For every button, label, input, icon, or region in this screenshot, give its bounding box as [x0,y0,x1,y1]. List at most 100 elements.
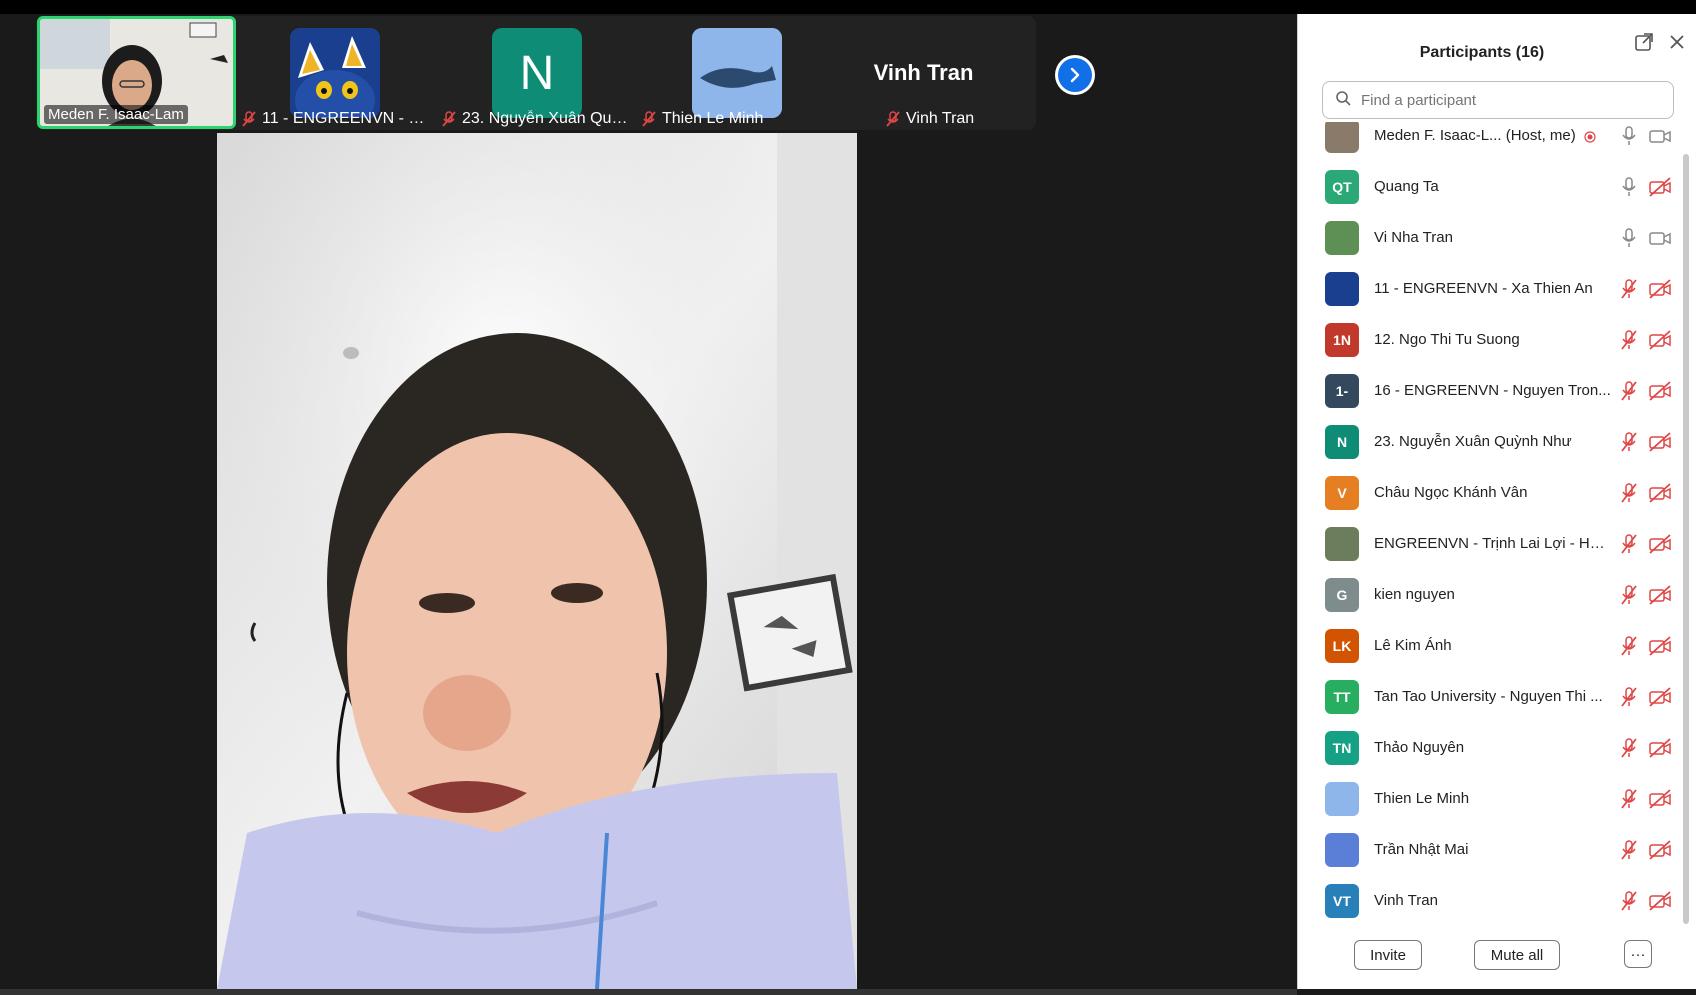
video-tile-nguyen-xuan-quynh[interactable]: N 23. Nguyễn Xuân Quỳ... [436,16,631,130]
camera-off-icon[interactable] [1648,431,1672,453]
search-input[interactable] [1359,90,1653,110]
camera-off-icon[interactable] [1648,533,1672,555]
participant-row[interactable]: Vi Nha Tran [1298,212,1678,263]
mic-muted-icon[interactable] [1620,431,1638,453]
mic-muted-icon[interactable] [1620,686,1638,708]
camera-off-icon[interactable] [1648,839,1672,861]
participant-name: Tan Tao University - Nguyen Thi ... [1374,688,1603,705]
participant-row[interactable]: Trần Nhật Mai [1298,824,1678,875]
camera-off-icon[interactable] [1648,482,1672,504]
tile-name: 23. Nguyễn Xuân Quỳ... [436,110,631,128]
participant-avatar: QT [1325,169,1359,204]
participants-panel: Participants (16) Meden F. Isaac-L... (H… [1297,14,1696,989]
participant-row[interactable]: ENGREENVN - Trịnh Lai Lợi - HU... [1298,518,1678,569]
participant-name: 16 - ENGREENVN - Nguyen Tron... [1374,382,1611,399]
mic-muted-icon[interactable] [1620,329,1638,351]
mic-icon[interactable] [1620,125,1638,147]
mic-muted-icon[interactable] [1620,839,1638,861]
participant-name: Châu Ngọc Khánh Vân [1374,484,1528,501]
chevron-right-icon [1058,58,1092,92]
participant-name: Lê Kim Ánh [1374,637,1452,654]
participant-row[interactable]: N 23. Nguyễn Xuân Quỳnh Như [1298,416,1678,467]
participant-avatar: 1N [1325,322,1359,357]
participant-name: Meden F. Isaac-L... (Host, me) [1374,127,1576,144]
participant-row[interactable]: Meden F. Isaac-L... (Host, me) [1298,122,1678,161]
whale-avatar-icon [692,28,782,118]
participant-name: kien nguyen [1374,586,1455,603]
participant-row[interactable]: TN Thảo Nguyên [1298,722,1678,773]
camera-off-icon[interactable] [1648,380,1672,402]
camera-off-icon[interactable] [1648,737,1672,759]
video-tile-engreenvn-xa[interactable]: 11 - ENGREENVN - Xa ... [236,16,431,130]
more-options-button[interactable]: ··· [1624,940,1652,968]
tile-name: Thien Le Minh [636,110,831,128]
participant-row[interactable]: VT Vinh Tran [1298,875,1678,926]
participant-name: ENGREENVN - Trịnh Lai Lợi - HU... [1374,535,1612,552]
self-video-tile[interactable]: Meden F. Isaac-Lam [37,16,236,129]
mic-muted-icon[interactable] [1620,635,1638,657]
participant-search[interactable] [1322,81,1674,119]
participant-name: Vinh Tran [1374,892,1438,909]
participant-row[interactable]: 1N 12. Ngo Thi Tu Suong [1298,314,1678,365]
video-tile-thien-le-minh[interactable]: Thien Le Minh [636,16,831,130]
mic-muted-icon[interactable] [1620,584,1638,606]
camera-off-icon[interactable] [1648,329,1672,351]
participant-row[interactable]: 1- 16 - ENGREENVN - Nguyen Tron... [1298,365,1678,416]
participant-name: Thien Le Minh [1374,790,1470,807]
panel-title: Participants (16) [1419,44,1545,61]
active-speaker-video [217,133,857,989]
camera-icon[interactable] [1648,227,1672,249]
participant-row[interactable]: V Châu Ngọc Khánh Vân [1298,467,1678,518]
invite-button[interactable]: Invite [1354,940,1422,970]
participant-name: 11 - ENGREENVN - Xa Thien An [1374,280,1593,297]
self-tile-name: Meden F. Isaac-Lam [44,105,188,124]
mic-muted-icon[interactable] [1620,788,1638,810]
mic-muted-icon[interactable] [1620,737,1638,759]
camera-off-icon[interactable] [1648,686,1672,708]
mic-muted-icon[interactable] [1620,278,1638,300]
mic-muted-icon [886,111,900,127]
cat-avatar-icon [290,28,380,118]
participant-row[interactable]: LK Lê Kim Ánh [1298,620,1678,671]
participant-name: Thảo Nguyên [1374,739,1465,756]
camera-off-icon[interactable] [1648,584,1672,606]
participant-row[interactable]: QT Quang Ta [1298,161,1678,212]
video-tile-vinh-tran[interactable]: Vinh Tran Vinh Tran [836,16,1031,130]
mic-icon[interactable] [1620,227,1638,249]
participant-avatar [1325,271,1359,306]
mic-muted-icon[interactable] [1620,482,1638,504]
camera-off-icon[interactable] [1648,788,1672,810]
participant-avatar [1325,526,1359,561]
camera-off-icon[interactable] [1648,278,1672,300]
tile-name: Vinh Tran [836,110,1031,128]
camera-off-icon[interactable] [1648,635,1672,657]
mic-muted-icon[interactable] [1620,533,1638,555]
participant-avatar: N [492,28,582,118]
participant-avatar [1325,781,1359,816]
participant-name: Quang Ta [1374,178,1439,195]
participant-name: 12. Ngo Thi Tu Suong [1374,331,1520,348]
participant-name: Vi Nha Tran [1374,229,1453,246]
mic-icon[interactable] [1620,176,1638,198]
bottom-bar [0,989,1297,995]
mic-muted-icon[interactable] [1620,380,1638,402]
close-icon[interactable] [1666,31,1688,53]
participant-row[interactable]: TT Tan Tao University - Nguyen Thi ... [1298,671,1678,722]
participant-row[interactable]: Gkien nguyen [1298,569,1678,620]
search-icon [1335,90,1351,111]
participant-row[interactable]: 11 - ENGREENVN - Xa Thien An [1298,263,1678,314]
participant-row[interactable]: Thien Le Minh [1298,773,1678,824]
camera-off-icon[interactable] [1648,176,1672,198]
mute-all-button[interactable]: Mute all [1474,940,1560,970]
camera-icon[interactable] [1648,125,1672,147]
participant-name: 23. Nguyễn Xuân Quỳnh Như [1374,433,1572,450]
popout-icon[interactable] [1633,31,1655,53]
participant-list-scrollbar[interactable] [1683,154,1689,924]
participant-avatar: VT [1325,883,1359,918]
participant-avatar: 1- [1325,373,1359,408]
camera-off-icon[interactable] [1648,890,1672,912]
next-page-button[interactable] [1055,55,1095,95]
mic-muted-icon [242,111,256,127]
mic-muted-icon[interactable] [1620,890,1638,912]
tile-name: 11 - ENGREENVN - Xa ... [236,110,431,128]
